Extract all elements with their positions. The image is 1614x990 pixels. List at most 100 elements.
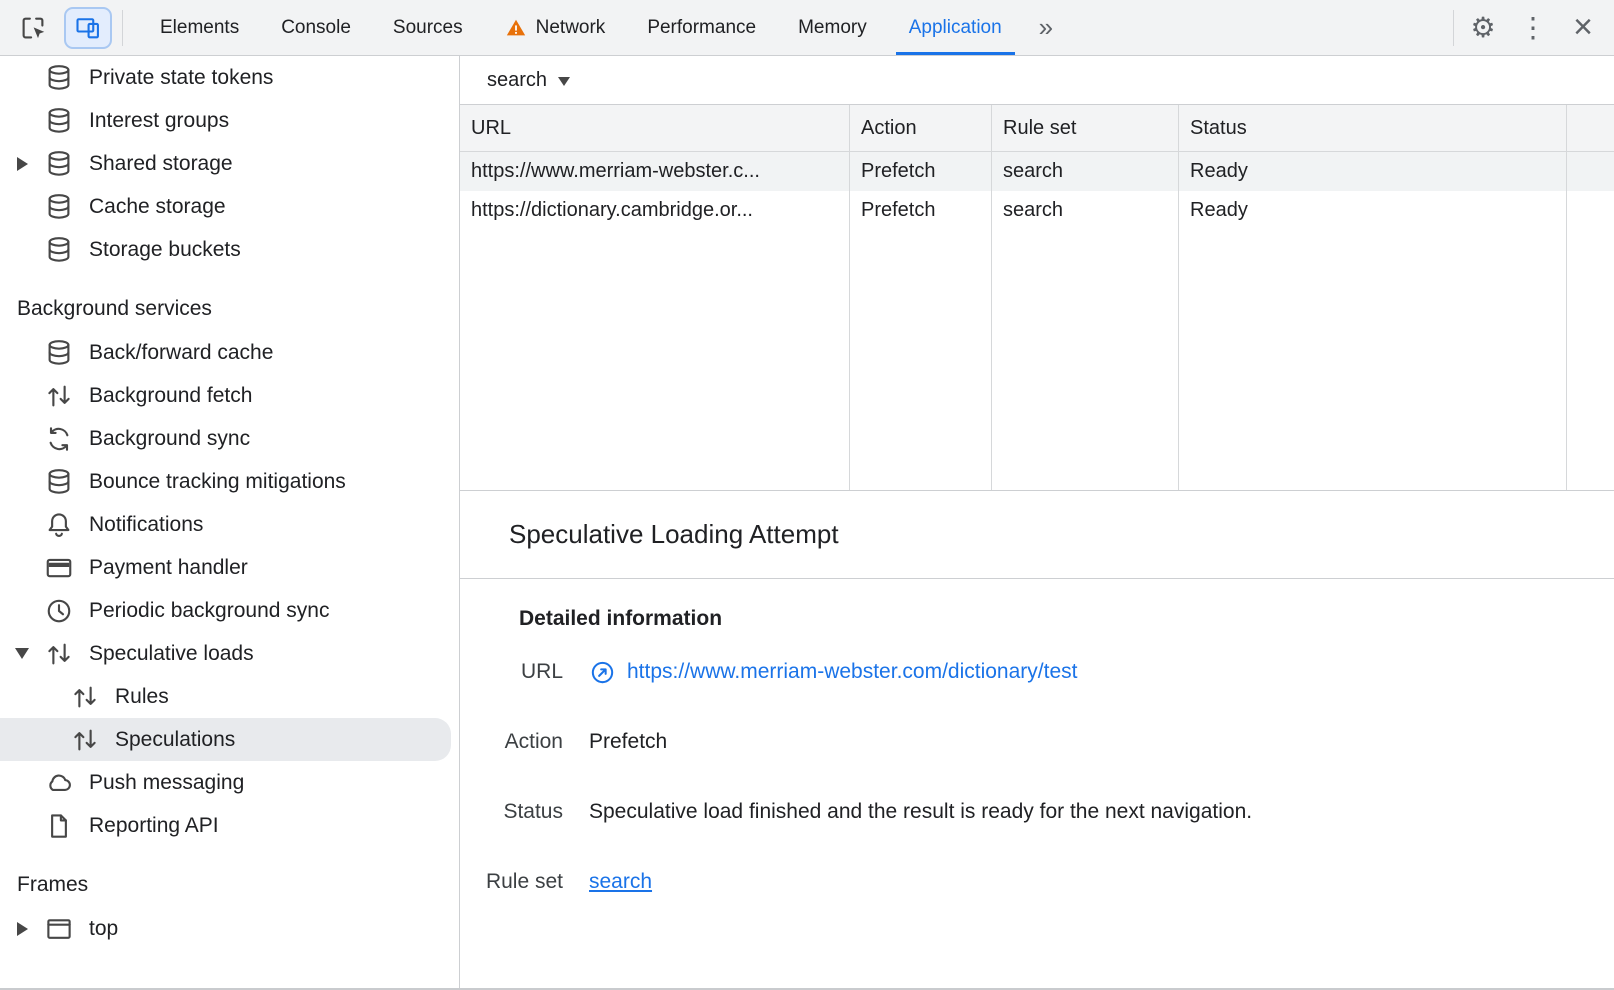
detail-field-label: URL [478,660,563,684]
column-header-filler [1567,105,1614,152]
sidebar-item-label: Back/forward cache [89,341,273,365]
detail-field-value: Prefetch [589,730,667,754]
detail-fields: URL https://www.merriam-webster.com/dicti… [478,637,1614,917]
open-resource-icon[interactable] [589,659,616,686]
database-icon [44,192,74,222]
sidebar-item-label: top [89,917,118,941]
sidebar-item-reporting-api[interactable]: Reporting API [0,804,459,847]
tab-application[interactable]: Application [888,0,1023,55]
grid-filler-column [992,230,1179,490]
detail-field-label: Rule set [478,870,563,894]
close-devtools-button[interactable]: × [1558,0,1608,55]
tab-sources[interactable]: Sources [372,0,484,55]
detail-value-text: Prefetch [589,730,667,754]
table-cell-rule-set[interactable]: search [992,152,1179,191]
sidebar-item-rules[interactable]: Rules [0,675,459,718]
database-icon [44,149,74,179]
column-header-rule-set[interactable]: Rule set [992,105,1179,152]
table-cell-action[interactable]: Prefetch [850,152,992,191]
sidebar-item-private-state-tokens[interactable]: Private state tokens [0,56,459,99]
toolbar-divider [1453,10,1454,46]
sidebar-item-periodic-background-sync[interactable]: Periodic background sync [0,589,459,632]
grid-filler-column [460,230,850,490]
ruleset-filter-dropdown[interactable]: search [460,56,1614,104]
updown-icon [44,639,74,669]
table-row-filler [1567,191,1614,230]
column-header-status[interactable]: Status [1179,105,1567,152]
database-icon [44,467,74,497]
sidebar-item-background-sync[interactable]: Background sync [0,417,459,460]
detailed-information-heading: Detailed information [519,607,1614,631]
detail-value-text: Speculative load finished and the result… [589,800,1252,824]
sidebar-item-bounce-tracking-mitigations[interactable]: Bounce tracking mitigations [0,460,459,503]
sidebar-item-label: Cache storage [89,195,226,219]
tab-label: Network [536,17,606,39]
sidebar-item-top[interactable]: top [0,907,459,950]
tab-memory[interactable]: Memory [777,0,888,55]
sidebar-item-label: Rules [115,685,169,709]
tab-label: Sources [393,17,463,39]
sidebar-item-label: Notifications [89,513,203,537]
detail-field-value: Speculative load finished and the result… [589,800,1252,824]
sidebar-item-back-forward-cache[interactable]: Back/forward cache [0,331,459,374]
sidebar-item-cache-storage[interactable]: Cache storage [0,185,459,228]
sidebar-item-label: Shared storage [89,152,233,176]
sidebar-item-interest-groups[interactable]: Interest groups [0,99,459,142]
devtools-body: Private state tokens Interest groups Share… [0,56,1614,988]
tab-performance[interactable]: Performance [626,0,777,55]
tabbar-spacer [1069,0,1449,55]
devtools-tabbar: ElementsConsole Sources Network Performance… [0,0,1614,56]
sidebar-item-label: Reporting API [89,814,219,838]
tab-console[interactable]: Console [260,0,372,55]
chevron-right-icon[interactable] [0,922,44,936]
kebab-menu-icon: ⋮ [1519,14,1547,42]
table-cell-rule-set[interactable]: search [992,191,1179,230]
chevron-right-icon[interactable] [0,157,44,171]
detail-field-value: search [589,870,652,894]
inspect-icon [18,13,48,43]
table-cell-status[interactable]: Ready [1179,191,1567,230]
detail-field-value: https://www.merriam-webster.com/dictiona… [589,659,1077,686]
sidebar-item-shared-storage[interactable]: Shared storage [0,142,459,185]
sidebar-item-speculations[interactable]: Speculations [0,718,451,761]
detail-rule-set-link[interactable]: search [589,870,652,894]
sidebar-item-speculative-loads[interactable]: Speculative loads [0,632,459,675]
sidebar-item-notifications[interactable]: Notifications [0,503,459,546]
tab-label: Memory [798,17,867,39]
database-icon [44,235,74,265]
table-row-filler [1567,152,1614,191]
sidebar-item-label: Speculative loads [89,642,254,666]
table-cell-url[interactable]: https://www.merriam-webster.c... [460,152,850,191]
tab-elements[interactable]: Elements [139,0,260,55]
tab-label: Application [909,17,1002,39]
grid-filler-column [1567,230,1614,490]
chevron-down-icon[interactable] [0,648,44,659]
close-icon: × [1573,8,1593,47]
detail-field-rule-set: Rule set search [478,847,1614,917]
database-icon [44,338,74,368]
toggle-device-toolbar-button[interactable] [64,7,112,49]
column-header-action[interactable]: Action [850,105,992,152]
grid-filler-column [850,230,992,490]
settings-button[interactable]: ⚙ [1458,0,1508,55]
sidebar-item-payment-handler[interactable]: Payment handler [0,546,459,589]
ruleset-filter-label: search [487,69,547,92]
sidebar-item-push-messaging[interactable]: Push messaging [0,761,459,804]
more-options-button[interactable]: ⋮ [1508,0,1558,55]
card-icon [44,553,74,583]
detail-url-link[interactable]: https://www.merriam-webster.com/dictiona… [627,660,1077,684]
sidebar-section-background-services: Background services [0,287,459,331]
table-cell-url[interactable]: https://dictionary.cambridge.or... [460,191,850,230]
inspect-element-button[interactable] [8,0,58,55]
detail-field-status: StatusSpeculative load finished and the … [478,777,1614,847]
sidebar-item-storage-buckets[interactable]: Storage buckets [0,228,459,271]
toolbar-divider [122,10,123,46]
tab-network[interactable]: Network [484,0,627,55]
table-cell-status[interactable]: Ready [1179,152,1567,191]
sidebar-item-label: Private state tokens [89,66,273,90]
more-tabs-button[interactable]: » [1023,0,1069,55]
sidebar-item-background-fetch[interactable]: Background fetch [0,374,459,417]
column-header-url[interactable]: URL [460,105,850,152]
table-cell-action[interactable]: Prefetch [850,191,992,230]
devtools-window: ElementsConsole Sources Network Performance… [0,0,1614,990]
